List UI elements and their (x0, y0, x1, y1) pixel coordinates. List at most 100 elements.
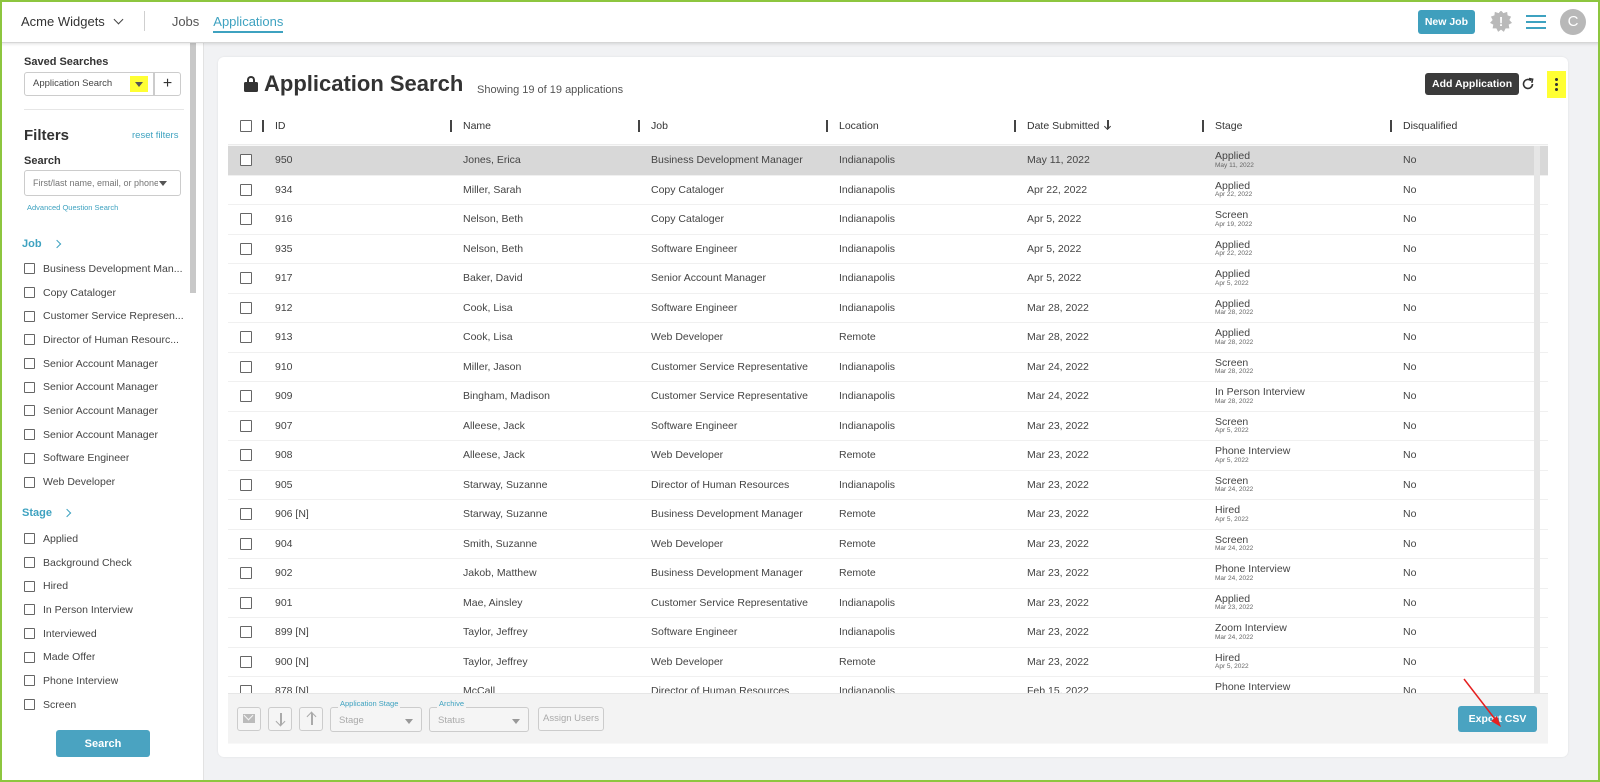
row-checkbox[interactable] (240, 390, 252, 402)
table-row[interactable]: 908 Alleese, Jack Web Developer Remote Mar 2… (228, 441, 1548, 471)
column-resize-handle[interactable] (638, 120, 640, 132)
row-checkbox[interactable] (240, 154, 252, 166)
row-checkbox[interactable] (240, 360, 252, 373)
checkbox[interactable] (24, 675, 35, 687)
checkbox[interactable] (24, 263, 35, 275)
nav-tab-jobs[interactable]: Jobs (172, 0, 199, 43)
checkbox[interactable] (24, 405, 35, 417)
row-checkbox[interactable] (240, 272, 252, 284)
column-resize-handle[interactable] (1390, 120, 1392, 132)
stage-filter-option[interactable]: Applied (24, 527, 189, 551)
row-checkbox[interactable] (240, 508, 252, 520)
column-header-id[interactable]: ID (275, 107, 286, 145)
checkbox[interactable] (24, 699, 35, 711)
alert-icon[interactable]: ! (1490, 10, 1512, 33)
archive-status-select[interactable]: Archive Status (429, 699, 529, 732)
assign-users-button[interactable]: Assign Users (538, 707, 604, 731)
checkbox[interactable] (24, 334, 35, 346)
column-header-location[interactable]: Location (839, 107, 879, 145)
email-button[interactable] (237, 707, 261, 731)
job-filter-option[interactable]: Software Engineer (24, 447, 189, 471)
table-row[interactable]: 935 Nelson, Beth Software Engineer Indianap… (228, 234, 1548, 264)
row-checkbox[interactable] (240, 449, 252, 461)
column-header-disqualified[interactable]: Disqualified (1403, 107, 1457, 145)
row-checkbox[interactable] (240, 301, 252, 314)
table-row[interactable]: 906 [N] Starway, Suzanne Business Developm… (228, 500, 1548, 530)
search-input[interactable] (24, 170, 181, 196)
user-avatar[interactable]: C (1560, 8, 1586, 35)
add-application-button[interactable]: Add Application (1425, 73, 1520, 95)
checkbox[interactable] (24, 287, 35, 299)
table-row[interactable]: 917 Baker, David Senior Account Manager Ind… (228, 264, 1548, 294)
column-header-stage[interactable]: Stage (1215, 107, 1242, 145)
checkbox[interactable] (24, 557, 35, 569)
sidebar-scrollbar[interactable] (190, 43, 196, 293)
row-checkbox[interactable] (240, 478, 252, 491)
checkbox[interactable] (24, 604, 35, 616)
table-row[interactable]: 907 Alleese, Jack Software Engineer Indiana… (228, 411, 1548, 441)
table-row[interactable]: 905 Starway, Suzanne Director of Human Res… (228, 470, 1548, 500)
table-row[interactable]: 934 Miller, Sarah Copy Cataloger Indianapol… (228, 175, 1548, 205)
stage-filter-header[interactable]: Stage (22, 507, 72, 519)
stage-filter-option[interactable]: Screen (24, 693, 189, 717)
checkbox[interactable] (24, 381, 35, 393)
job-filter-option[interactable]: Web Developer (24, 470, 189, 494)
row-checkbox[interactable] (240, 655, 252, 668)
stage-filter-option[interactable]: Hired (24, 574, 189, 598)
table-row[interactable]: 910 Miller, Jason Customer Service Represe… (228, 352, 1548, 382)
application-stage-select[interactable]: Application Stage Stage (330, 699, 422, 732)
move-down-button[interactable] (268, 707, 292, 731)
checkbox[interactable] (24, 628, 35, 640)
column-resize-handle[interactable] (1014, 120, 1016, 132)
table-row[interactable]: 909 Bingham, Madison Customer Service Repr… (228, 382, 1548, 412)
menu-icon[interactable] (1526, 14, 1546, 29)
column-header-date-submitted[interactable]: Date Submitted (1027, 107, 1112, 145)
table-row[interactable]: 902 Jakob, Matthew Business Development Ma… (228, 559, 1548, 589)
table-row[interactable]: 916 Nelson, Beth Copy Cataloger Indianapoli… (228, 205, 1548, 235)
stage-filter-option[interactable]: Interviewed (24, 622, 189, 646)
add-saved-search-button[interactable]: + (154, 72, 181, 96)
checkbox[interactable] (24, 358, 35, 370)
checkbox[interactable] (24, 580, 35, 592)
job-filter-option[interactable]: Senior Account Manager (24, 399, 189, 423)
checkbox[interactable] (24, 533, 35, 545)
row-checkbox[interactable] (240, 567, 252, 579)
stage-filter-option[interactable]: Made Offer (24, 645, 189, 669)
column-resize-handle[interactable] (262, 120, 264, 132)
column-resize-handle[interactable] (1202, 120, 1204, 132)
job-filter-option[interactable]: Business Development Man... (24, 257, 189, 281)
column-header-job[interactable]: Job (651, 107, 668, 145)
stage-filter-option[interactable]: In Person Interview (24, 598, 189, 622)
saved-search-select[interactable]: Application Search (24, 72, 154, 96)
checkbox[interactable] (24, 452, 35, 464)
new-job-button[interactable]: New Job (1417, 9, 1475, 34)
checkbox[interactable] (24, 310, 35, 322)
move-up-button[interactable] (299, 707, 323, 731)
row-checkbox[interactable] (240, 596, 252, 609)
export-csv-button[interactable]: Export CSV (1458, 706, 1537, 732)
column-resize-handle[interactable] (826, 120, 828, 132)
search-dropdown-icon[interactable] (159, 181, 167, 186)
row-checkbox[interactable] (240, 331, 252, 343)
checkbox[interactable] (24, 651, 35, 663)
stage-filter-option[interactable]: Phone Interview (24, 669, 189, 693)
select-all-checkbox[interactable] (240, 120, 252, 132)
refresh-icon[interactable] (1521, 77, 1535, 91)
table-row[interactable]: 912 Cook, Lisa Software Engineer Indianapol… (228, 293, 1548, 323)
table-vertical-scrollbar[interactable] (1534, 146, 1540, 736)
column-resize-handle[interactable] (450, 120, 452, 132)
dropdown-caret-icon[interactable] (130, 76, 148, 92)
job-filter-option[interactable]: Director of Human Resourc... (24, 328, 189, 352)
row-checkbox[interactable] (240, 183, 252, 196)
column-header-name[interactable]: Name (463, 107, 491, 145)
row-checkbox[interactable] (240, 537, 252, 550)
advanced-question-search-link[interactable]: Advanced Question Search (27, 203, 118, 212)
checkbox[interactable] (24, 476, 35, 488)
job-filter-option[interactable]: Customer Service Represen... (24, 304, 189, 328)
table-row[interactable]: 900 [N] Taylor, Jeffrey Web Developer Remot… (228, 647, 1548, 677)
row-checkbox[interactable] (240, 626, 252, 638)
row-checkbox[interactable] (240, 419, 252, 432)
search-button[interactable]: Search (56, 730, 150, 757)
table-row[interactable]: 899 [N] Taylor, Jeffrey Software Engineer I… (228, 618, 1548, 648)
stage-filter-option[interactable]: Background Check (24, 551, 189, 575)
